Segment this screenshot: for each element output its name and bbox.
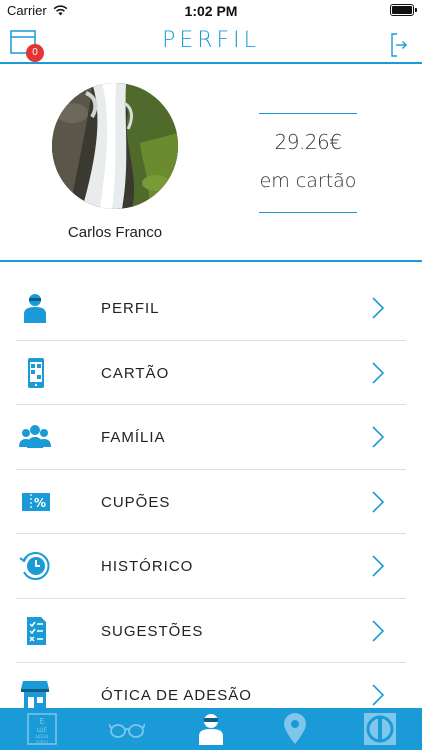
coupon-icon: % (22, 492, 50, 511)
chevron-right-icon (372, 684, 384, 706)
eye-chart-icon: E ШE ШEШ EШEШ (27, 713, 57, 745)
phone-card-icon (28, 357, 44, 388)
chevron-right-icon (372, 490, 384, 513)
menu-label: SUGESTÕES (101, 622, 204, 640)
glasses-icon (108, 723, 145, 738)
chevron-right-icon (372, 361, 384, 384)
tab-bar: E ШE ШEШ EШEШ (0, 708, 422, 750)
svg-text:%: % (34, 496, 46, 510)
chevron-right-icon (372, 297, 384, 319)
menu-item-sugestoes[interactable]: SUGESTÕES (16, 599, 406, 663)
svg-text:E: E (40, 717, 45, 726)
menu-item-perfil[interactable]: PERFIL (16, 276, 406, 341)
balance-label: em cartão (259, 170, 357, 192)
store-icon (21, 681, 49, 710)
suggestions-doc-icon (27, 616, 46, 645)
chevron-right-icon (372, 426, 384, 448)
tab-profile[interactable] (190, 710, 232, 748)
menu-label: CUPÕES (101, 493, 171, 511)
logout-icon (391, 33, 407, 57)
profile-menu: PERFIL CARTÃO FAMÍLIA % CUPÕES HISTÓRICO… (16, 276, 406, 728)
history-clock-icon (19, 552, 50, 580)
menu-label: FAMÍLIA (101, 429, 166, 446)
status-time: 1:02 PM (184, 3, 238, 19)
page-title: PERFIL (162, 28, 260, 53)
tab-brand[interactable] (359, 710, 401, 748)
profile-section: Carlos Franco 29.26€ em cartão (0, 66, 422, 262)
tab-location[interactable] (274, 710, 316, 748)
tab-glasses[interactable] (106, 710, 148, 748)
nav-header: 0 PERFIL (0, 22, 422, 64)
brand-logo-icon (363, 713, 396, 745)
menu-item-historico[interactable]: HISTÓRICO (16, 534, 406, 599)
battery-icon (390, 4, 417, 16)
svg-text:ШE: ШE (37, 727, 47, 734)
user-name: Carlos Franco (67, 224, 163, 241)
menu-item-familia[interactable]: FAMÍLIA (16, 405, 406, 470)
menu-label: PERFIL (101, 300, 160, 317)
person-icon (198, 714, 223, 745)
menu-label: ÓTICA DE ADESÃO (101, 687, 252, 704)
menu-item-cartao[interactable]: CARTÃO (16, 341, 406, 405)
tab-eye-chart[interactable]: E ШE ШEШ EШEШ (21, 710, 63, 748)
balance-box: 29.26€ em cartão (259, 113, 357, 213)
balance-amount: 29.26€ (274, 130, 342, 154)
logout-button[interactable] (390, 32, 410, 58)
family-icon (19, 425, 51, 448)
avatar-photo (52, 83, 178, 209)
person-icon (24, 294, 46, 323)
avatar[interactable] (52, 83, 178, 209)
status-bar: Carrier 1:02 PM (0, 0, 422, 22)
location-pin-icon (284, 713, 307, 744)
chevron-right-icon (372, 555, 384, 577)
chevron-right-icon (372, 619, 384, 642)
menu-label: HISTÓRICO (101, 558, 194, 575)
menu-label: CARTÃO (101, 364, 170, 382)
svg-text:EШEШ: EШEШ (36, 740, 48, 744)
menu-item-cupoes[interactable]: % CUPÕES (16, 470, 406, 534)
